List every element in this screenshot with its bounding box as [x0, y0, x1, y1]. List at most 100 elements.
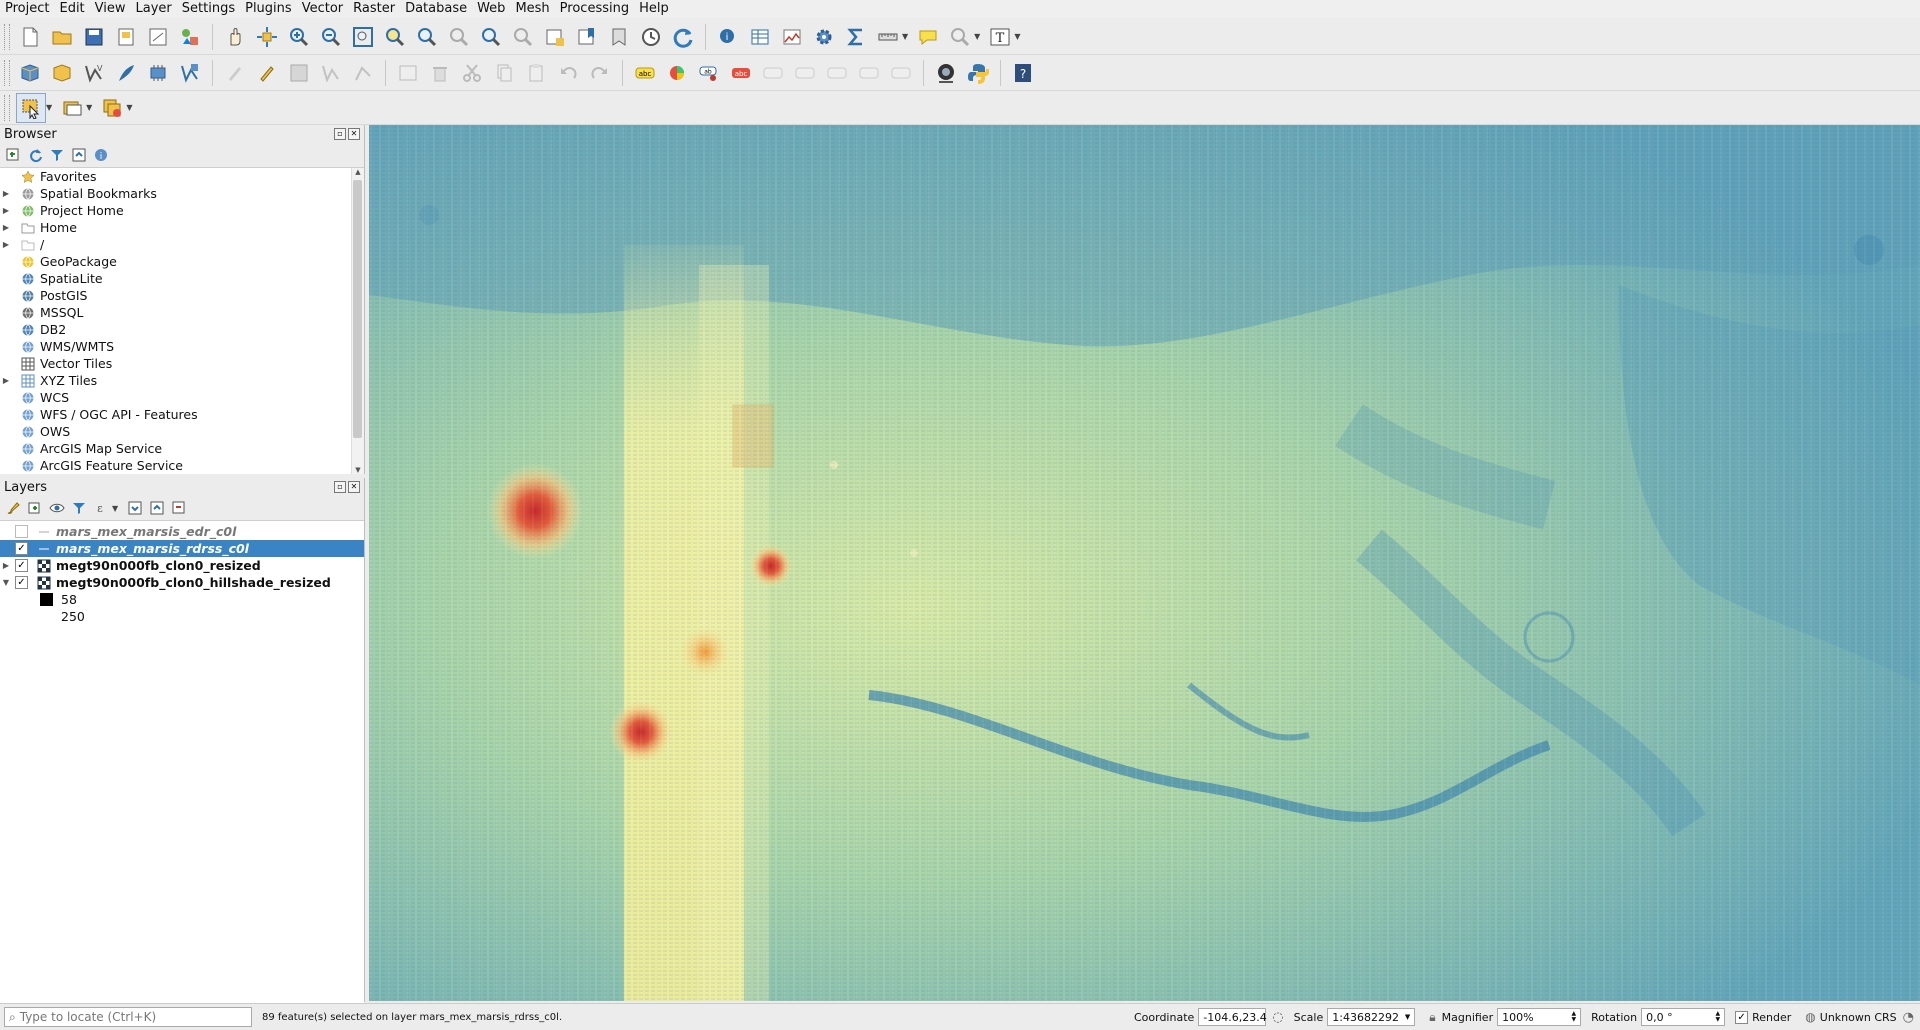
layer-item[interactable]: ▼ ✓ megt90n000fb_clon0_hillshade_resized — [0, 574, 364, 591]
close-panel-button[interactable]: ✕ — [348, 128, 360, 140]
expression-dropdown[interactable]: ▼ — [112, 504, 118, 513]
crs-label[interactable]: Unknown CRS — [1820, 1011, 1897, 1024]
browser-item[interactable]: DB2 — [0, 321, 364, 338]
measure-dropdown-arrow[interactable]: ▼ — [902, 32, 908, 41]
browser-item[interactable]: ▶ XYZ Tiles — [0, 372, 364, 389]
map-canvas[interactable] — [369, 125, 1920, 1001]
current-edits-button[interactable] — [221, 59, 249, 87]
browser-item[interactable]: Vector Tiles — [0, 355, 364, 372]
zoom-next-button[interactable] — [509, 23, 537, 51]
zoom-out-button[interactable] — [317, 23, 345, 51]
browser-item[interactable]: GeoPackage — [0, 253, 364, 270]
temporal-controller-button[interactable] — [637, 23, 665, 51]
layer-visibility-checkbox[interactable]: ✓ — [15, 576, 28, 589]
browser-item[interactable]: Favorites — [0, 168, 364, 185]
manage-map-themes-button[interactable] — [48, 499, 66, 517]
open-project-button[interactable] — [48, 23, 76, 51]
filter-legend-button[interactable] — [70, 499, 88, 517]
properties-button[interactable]: i — [92, 146, 110, 164]
toggle-editing-button[interactable] — [253, 59, 281, 87]
pan-to-selection-button[interactable] — [253, 23, 281, 51]
annotation-dropdown-arrow[interactable]: ▼ — [1014, 32, 1020, 41]
menu-edit[interactable]: Edit — [54, 0, 89, 18]
change-label-button[interactable] — [823, 59, 851, 87]
browser-item[interactable]: WCS — [0, 389, 364, 406]
python-console-button[interactable] — [964, 59, 992, 87]
pin-labels-button[interactable]: ab — [695, 59, 723, 87]
menu-help[interactable]: Help — [634, 0, 674, 18]
float-panel-button[interactable]: ▫ — [334, 481, 346, 493]
crs-globe-icon[interactable]: ◍ — [1805, 1010, 1815, 1024]
browser-scrollbar[interactable]: ▲ ▼ — [351, 168, 364, 474]
menu-raster[interactable]: Raster — [348, 0, 400, 18]
layer-item[interactable]: ✓ mars_mex_marsis_rdrss_c0l — [0, 540, 364, 557]
zoom-last-button[interactable] — [477, 23, 505, 51]
browser-item[interactable]: MSSQL — [0, 304, 364, 321]
save-edits-button[interactable] — [285, 59, 313, 87]
toolbar-grip[interactable] — [4, 23, 10, 50]
statistical-summary-button[interactable] — [842, 23, 870, 51]
menu-view[interactable]: View — [90, 0, 131, 18]
browser-item[interactable]: SpatiaLite — [0, 270, 364, 287]
layer-visibility-checkbox[interactable] — [15, 525, 28, 538]
delete-selected-button[interactable] — [426, 59, 454, 87]
style-manager-button[interactable] — [176, 23, 204, 51]
new-print-layout-button[interactable] — [112, 23, 140, 51]
new-geopackage-layer-button[interactable] — [48, 59, 76, 87]
menu-layer[interactable]: Layer — [131, 0, 177, 18]
label-properties-button[interactable] — [855, 59, 883, 87]
expand-arrow-icon[interactable]: ▶ — [0, 189, 12, 198]
expand-arrow-icon[interactable]: ▶ — [0, 561, 12, 570]
rotate-label-button[interactable] — [791, 59, 819, 87]
modify-attributes-button[interactable] — [394, 59, 422, 87]
add-vector-layer-button[interactable]: V — [80, 59, 108, 87]
browser-item[interactable]: ▶ Home — [0, 219, 364, 236]
menu-vector[interactable]: Vector — [297, 0, 348, 18]
add-feature-button[interactable] — [317, 59, 345, 87]
menu-database[interactable]: Database — [400, 0, 472, 18]
browser-item[interactable]: ▶ / — [0, 236, 364, 253]
identify-features-button[interactable]: i — [714, 23, 742, 51]
toolbar-grip[interactable] — [4, 94, 10, 121]
redo-button[interactable] — [586, 59, 614, 87]
deselect-features-button[interactable] — [98, 94, 126, 122]
expand-all-button[interactable] — [126, 499, 144, 517]
layer-item[interactable]: mars_mex_marsis_edr_c0l — [0, 523, 364, 540]
label-pin-gray-button[interactable] — [887, 59, 915, 87]
select-by-location-button[interactable] — [946, 23, 974, 51]
float-panel-button[interactable]: ▫ — [334, 128, 346, 140]
move-label-button[interactable] — [759, 59, 787, 87]
select-value-dropdown[interactable]: ▼ — [86, 103, 92, 112]
browser-item[interactable]: ArcGIS Feature Service — [0, 457, 364, 474]
spin-arrows-icon[interactable]: ▲ ▼ — [1716, 1011, 1721, 1023]
add-wms-button[interactable] — [176, 59, 204, 87]
select-features-button[interactable] — [16, 92, 46, 123]
refresh-button[interactable] — [669, 23, 697, 51]
coordinate-field[interactable]: -104.6,23.4 — [1198, 1008, 1267, 1026]
browser-item[interactable]: ▶ Project Home — [0, 202, 364, 219]
save-project-button[interactable] — [80, 23, 108, 51]
map-tips-button[interactable] — [914, 23, 942, 51]
cut-features-button[interactable] — [458, 59, 486, 87]
layer-labeling-button[interactable]: abc — [631, 59, 659, 87]
plugin-mars-button[interactable] — [932, 59, 960, 87]
expand-arrow-icon[interactable]: ▶ — [0, 223, 12, 232]
vertex-tool-button[interactable] — [349, 59, 377, 87]
lock-scale-icon[interactable]: 🔒︎ — [1429, 1010, 1435, 1025]
open-attribute-table-button[interactable] — [746, 23, 774, 51]
browser-scrollbar-thumb[interactable] — [353, 180, 362, 438]
select-features-dropdown[interactable]: ▼ — [46, 103, 52, 112]
add-selected-layers-button[interactable] — [4, 146, 22, 164]
select-by-value-button[interactable] — [58, 94, 86, 122]
rotation-spinbox[interactable]: 0,0 ° ▲ ▼ — [1641, 1008, 1726, 1026]
remove-layer-button[interactable] — [170, 499, 188, 517]
text-annotation-button[interactable]: T — [986, 23, 1014, 51]
expand-arrow-icon[interactable]: ▼ — [0, 578, 12, 587]
locator-search-box[interactable]: ⌕ Type to locate (Ctrl+K) — [4, 1007, 252, 1027]
new-project-button[interactable] — [16, 23, 44, 51]
collapse-all-layers-button[interactable] — [148, 499, 166, 517]
pan-map-button[interactable] — [221, 23, 249, 51]
help-button[interactable]: ? — [1009, 59, 1037, 87]
filter-by-expression-button[interactable]: ε — [92, 499, 110, 517]
filter-browser-button[interactable] — [48, 146, 66, 164]
